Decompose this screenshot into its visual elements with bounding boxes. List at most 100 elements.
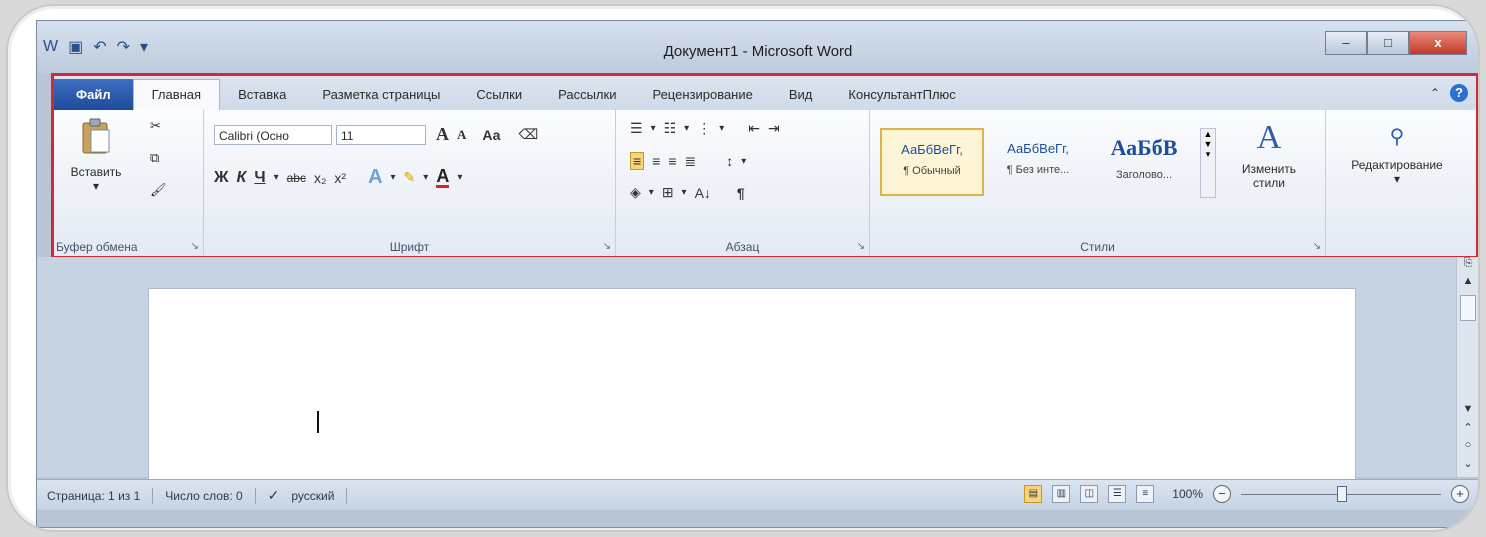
scroll-up-icon[interactable]: ▲	[1457, 275, 1478, 293]
highlight-icon[interactable]: ✎	[404, 169, 416, 186]
tab-mailings[interactable]: Рассылки	[540, 87, 634, 110]
shading-icon[interactable]: ◈	[630, 184, 641, 201]
paste-button[interactable]: Вставить ▾	[66, 118, 126, 193]
proofing-icon[interactable]: ✓	[268, 487, 280, 504]
full-screen-reading-icon[interactable]: ▥	[1052, 485, 1071, 503]
sort-button[interactable]: А↓	[695, 185, 711, 201]
editing-label: Редактирование	[1351, 158, 1443, 172]
window-controls: – □ x	[1325, 31, 1467, 55]
clipboard-launcher-icon[interactable]: ↘	[191, 241, 199, 252]
bold-button[interactable]: Ж	[214, 169, 228, 187]
group-clipboard: Вставить ▾ ✂ ⧉ 🖌 Буфер обмена ↘	[54, 110, 204, 256]
grow-font-button[interactable]: A	[436, 124, 449, 145]
paste-dropdown-icon[interactable]: ▾	[66, 179, 126, 193]
paragraph-launcher-icon[interactable]: ↘	[857, 241, 865, 252]
font-launcher-icon[interactable]: ↘	[603, 241, 611, 252]
subscript-button[interactable]: x₂	[314, 170, 326, 186]
minimize-button[interactable]: –	[1325, 31, 1367, 55]
tab-consultantplus[interactable]: КонсультантПлюс	[830, 87, 973, 110]
line-spacing-icon[interactable]: ↕	[726, 153, 733, 169]
justify-button[interactable]: ≣	[685, 153, 697, 170]
draft-view-icon[interactable]: ≡	[1136, 485, 1155, 503]
zoom-out-button[interactable]: −	[1213, 485, 1231, 503]
browse-object-icon[interactable]: ○	[1457, 439, 1478, 457]
change-styles-icon: A	[1256, 119, 1282, 156]
superscript-button[interactable]: x²	[334, 170, 346, 186]
clear-formatting-icon[interactable]: ⌫	[518, 126, 538, 143]
align-left-button[interactable]: ≡	[630, 152, 645, 170]
font-size-combo[interactable]: 11	[336, 124, 426, 145]
editing-button[interactable]: ⚲ Редактирование ▾	[1332, 124, 1462, 186]
zoom-slider-thumb[interactable]	[1337, 486, 1347, 502]
highlight-dropdown-icon[interactable]: ▾	[423, 172, 428, 183]
styles-gallery-scroll[interactable]: ▲ ▼ ▾	[1200, 128, 1216, 198]
close-button[interactable]: x	[1409, 31, 1467, 55]
tab-page-layout[interactable]: Разметка страницы	[304, 87, 458, 110]
numbering-icon[interactable]: ☷	[664, 120, 677, 137]
ruler-toggle-icon[interactable]: ⎘	[1457, 257, 1478, 275]
maximize-button[interactable]: □	[1367, 31, 1409, 55]
zoom-level[interactable]: 100%	[1172, 487, 1203, 501]
text-effects-icon[interactable]: A	[368, 166, 382, 189]
zoom-in-button[interactable]: +	[1451, 485, 1469, 503]
scroll-track[interactable]	[1457, 323, 1478, 403]
italic-button[interactable]: К	[236, 169, 246, 187]
scroll-down-icon[interactable]: ▼	[1457, 403, 1478, 421]
shrink-font-button[interactable]: A	[457, 127, 466, 143]
language[interactable]: русский	[291, 489, 334, 503]
next-page-icon[interactable]: ⌄	[1457, 457, 1478, 475]
font-name-combo[interactable]: Calibri (Осно	[214, 124, 332, 145]
line-spacing-dropdown-icon[interactable]: ▾	[741, 156, 746, 167]
underline-button[interactable]: Ч	[254, 169, 265, 187]
borders-dropdown-icon[interactable]: ▾	[682, 187, 687, 198]
web-layout-icon[interactable]: ◫	[1080, 485, 1099, 503]
style-no-spacing[interactable]: АаБбВеГг, ¶ Без инте...	[986, 128, 1090, 196]
font-color-dropdown-icon[interactable]: ▾	[457, 172, 462, 183]
window-title: Документ1 - Microsoft Word	[663, 43, 853, 60]
help-icon[interactable]: ?	[1450, 84, 1468, 102]
vertical-scrollbar[interactable]: ⎘ ▲ ▼ ⌃ ○ ⌄	[1456, 257, 1478, 477]
change-case-button[interactable]: Аа	[482, 127, 500, 143]
font-color-icon[interactable]: A	[436, 167, 450, 188]
bullets-dropdown-icon[interactable]: ▾	[651, 123, 656, 134]
group-paragraph: ☰ ▾ ☷ ▾ ⋮ ▾ ⇤ ⇥ ≡ ≡ ≡ ≣ ↕ ▾ ◈ ▾ ⊞ ▾ А↓ ¶…	[616, 110, 870, 256]
shading-dropdown-icon[interactable]: ▾	[649, 187, 654, 198]
cut-icon[interactable]: ✂	[150, 118, 161, 134]
text-effects-dropdown-icon[interactable]: ▾	[391, 172, 396, 183]
copy-icon[interactable]: ⧉	[150, 150, 159, 166]
tab-references[interactable]: Ссылки	[458, 87, 540, 110]
borders-icon[interactable]: ⊞	[662, 184, 674, 201]
prev-page-icon[interactable]: ⌃	[1457, 421, 1478, 439]
editing-dropdown-icon[interactable]: ▾	[1332, 172, 1462, 186]
style-normal[interactable]: АаБбВеГг, ¶ Обычный	[880, 128, 984, 196]
scroll-thumb[interactable]	[1460, 295, 1476, 321]
tab-review[interactable]: Рецензирование	[634, 87, 770, 110]
underline-dropdown-icon[interactable]: ▾	[274, 172, 279, 183]
word-count[interactable]: Число слов: 0	[165, 489, 242, 503]
increase-indent-icon[interactable]: ⇥	[768, 120, 780, 137]
tab-home[interactable]: Главная	[132, 79, 221, 110]
tab-view[interactable]: Вид	[771, 87, 831, 110]
format-painter-icon[interactable]: 🖌	[150, 182, 167, 198]
zoom-slider[interactable]	[1241, 486, 1441, 502]
tab-insert[interactable]: Вставка	[220, 87, 304, 110]
paragraph-group-label: Абзац	[725, 240, 760, 254]
change-styles-button[interactable]: A Изменить стили	[1224, 118, 1314, 190]
styles-launcher-icon[interactable]: ↘	[1313, 241, 1321, 252]
print-layout-view-icon[interactable]: ▤	[1024, 485, 1043, 503]
tab-file[interactable]: Файл	[54, 79, 133, 110]
document-page[interactable]	[149, 289, 1355, 479]
strikethrough-button[interactable]: abc	[287, 171, 306, 185]
align-center-button[interactable]: ≡	[652, 153, 660, 169]
show-marks-button[interactable]: ¶	[737, 185, 745, 201]
decrease-indent-icon[interactable]: ⇤	[748, 120, 760, 137]
style-heading[interactable]: АаБбВ Заголово...	[1092, 128, 1196, 196]
page-count[interactable]: Страница: 1 из 1	[47, 489, 140, 503]
bullets-icon[interactable]: ☰	[630, 120, 643, 137]
align-right-button[interactable]: ≡	[668, 153, 676, 169]
multilevel-list-icon[interactable]: ⋮	[697, 120, 711, 137]
outline-view-icon[interactable]: ☰	[1108, 485, 1127, 503]
minimize-ribbon-icon[interactable]: ⌃	[1430, 86, 1440, 100]
multilevel-dropdown-icon[interactable]: ▾	[719, 123, 724, 134]
numbering-dropdown-icon[interactable]: ▾	[684, 123, 689, 134]
